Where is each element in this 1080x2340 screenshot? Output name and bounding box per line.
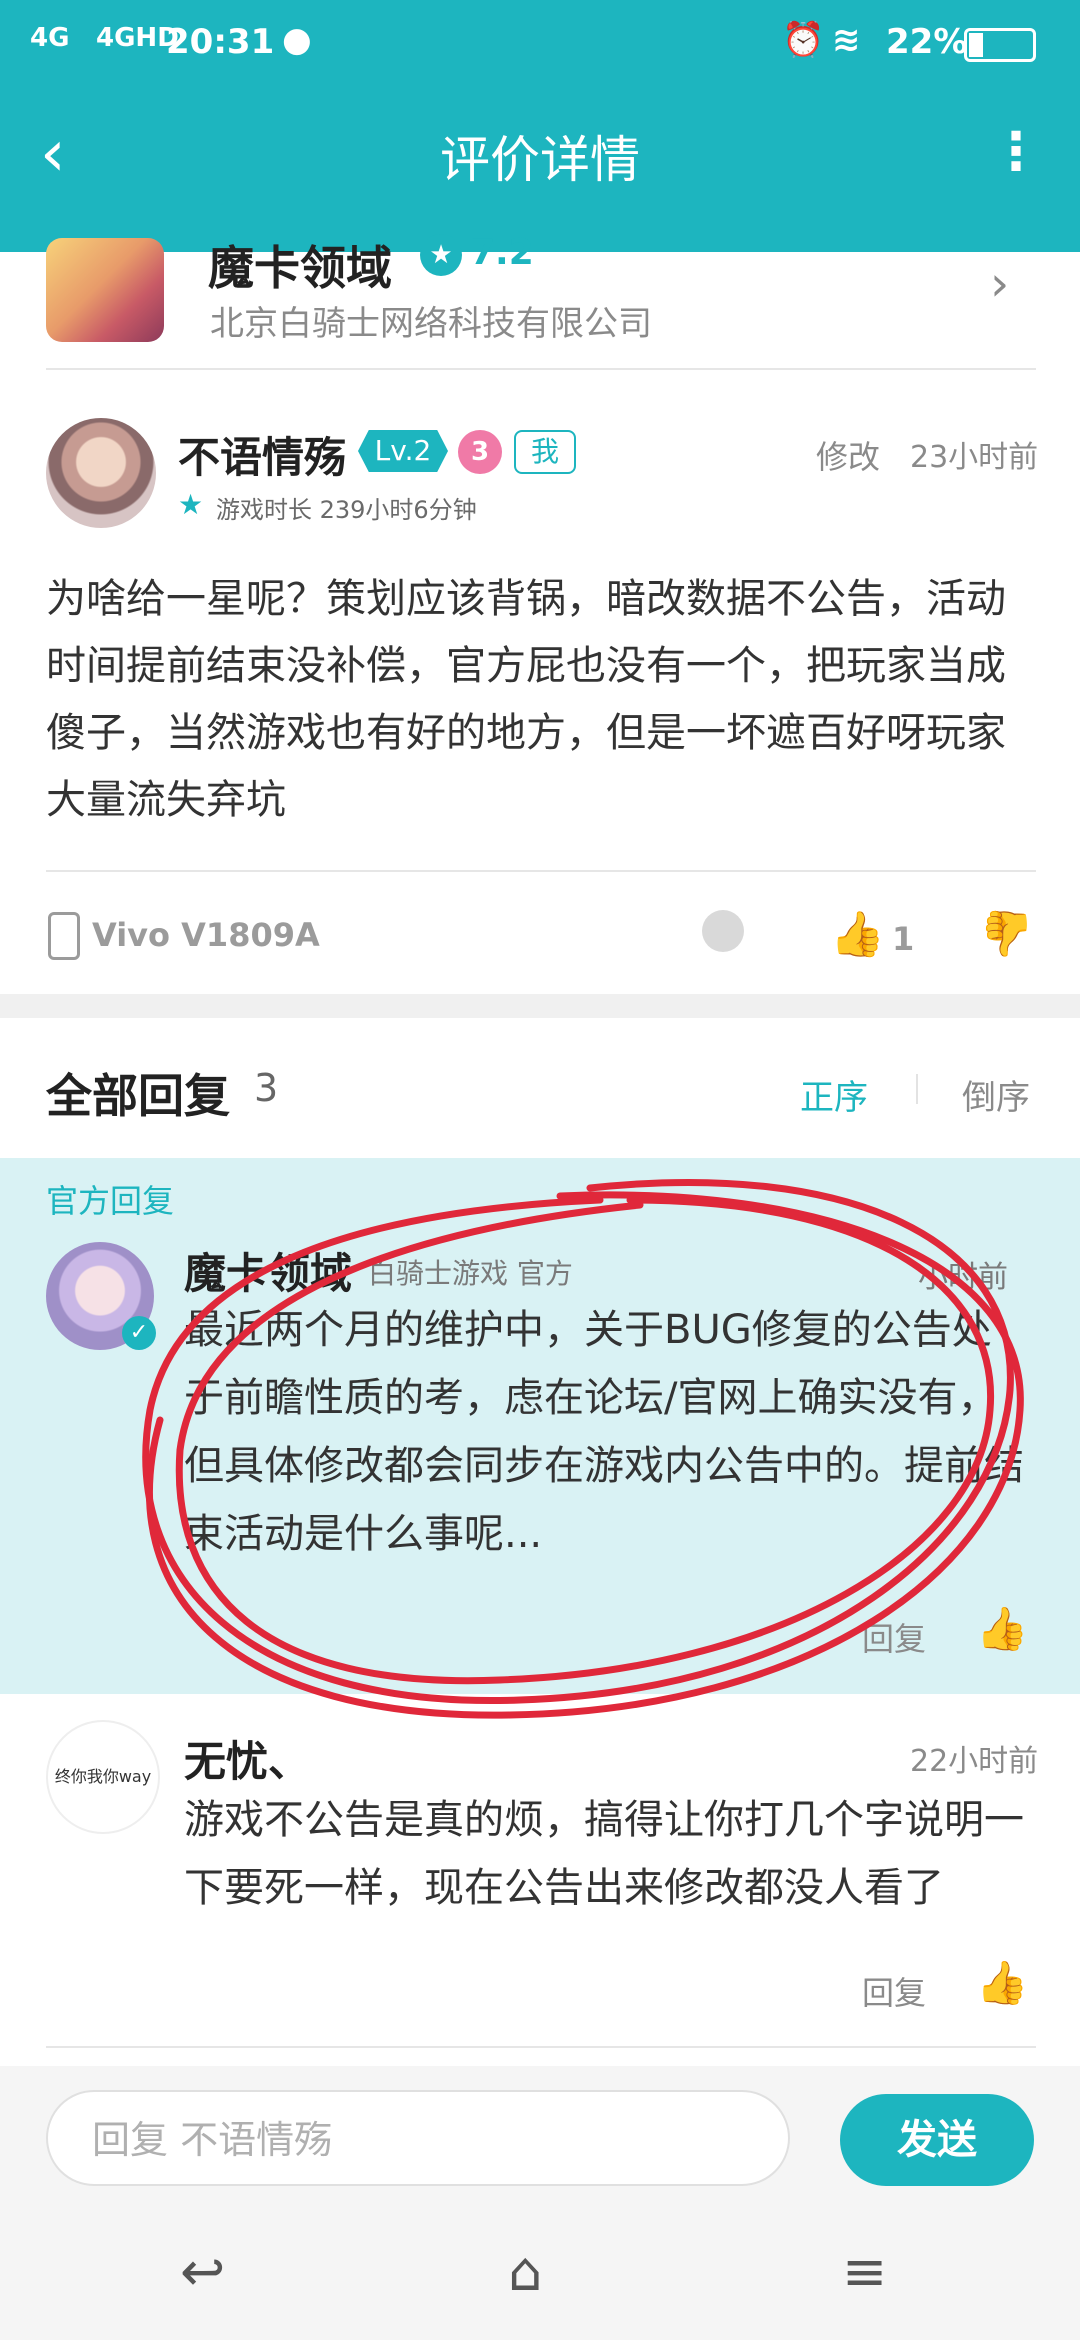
red-annotation-circles — [142, 1179, 1024, 1719]
